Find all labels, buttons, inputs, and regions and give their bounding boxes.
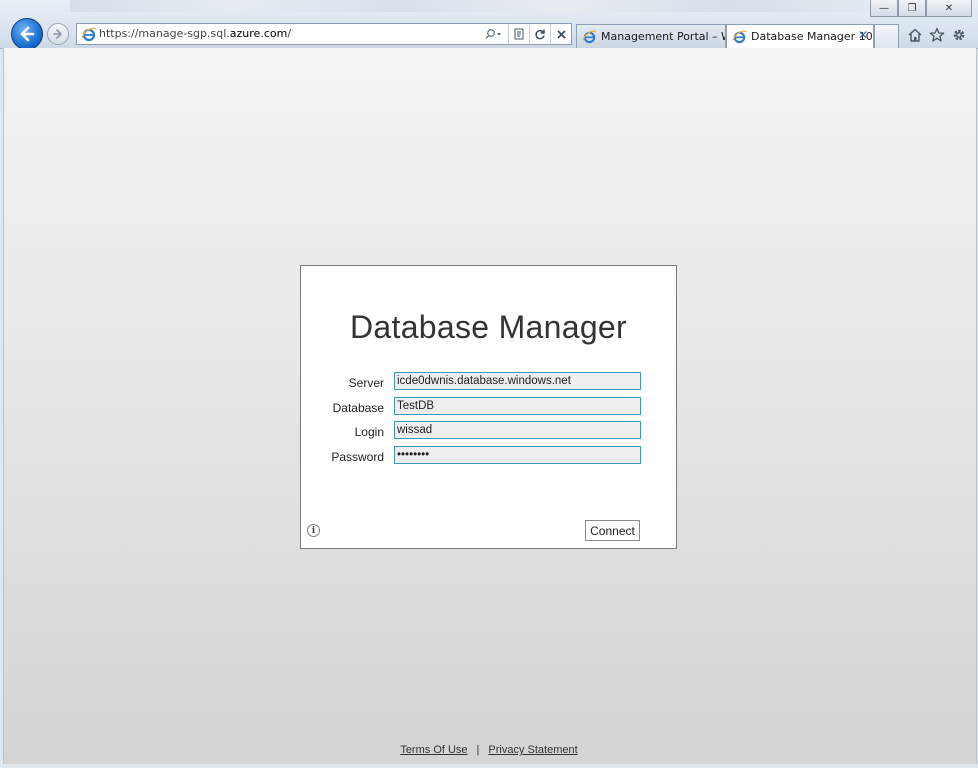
favorites-star-icon [929,27,945,42]
refresh-button[interactable] [529,24,550,44]
url-domain: azure.com [229,27,288,40]
favorites-button[interactable] [928,26,946,44]
footer-separator: | [476,744,480,756]
address-bar-buttons [478,24,571,44]
search-icon [485,29,501,39]
tab-management-portal[interactable]: Management Portal – W... [576,24,726,48]
server-label: Server [348,376,384,390]
login-dialog: Database Manager Server Database Login P… [300,265,677,549]
home-icon [908,28,922,42]
url-prefix: https://manage-sgp.sql. [99,27,230,40]
refresh-icon [535,29,545,40]
ie-logo-icon [81,27,97,42]
compat-view-icon [514,28,524,40]
address-bar[interactable]: https://manage-sgp.sql.azure.com/ [76,23,572,45]
tab-database-manager[interactable]: Database Manager 10... ✕ [726,24,874,48]
server-input[interactable] [394,372,641,390]
compatibility-view-button[interactable] [508,24,529,44]
address-url[interactable]: https://manage-sgp.sql.azure.com/ [99,27,291,40]
info-icon[interactable]: i [307,524,320,537]
database-input[interactable] [394,397,641,415]
maximize-button[interactable]: ❐ [898,0,926,17]
window-frame-bottom [0,764,978,768]
close-window-button[interactable]: ✕ [926,0,972,17]
window-controls: — ❐ ✕ [870,0,972,17]
back-arrow-icon [20,26,35,42]
dialog-title: Database Manager [350,309,627,346]
new-tab-button[interactable] [874,24,899,48]
database-label: Database [332,401,384,415]
forward-button[interactable] [47,23,69,45]
browser-chrome: https://manage-sgp.sql.azure.com/ Manage… [0,0,978,50]
privacy-statement-link[interactable]: Privacy Statement [488,744,577,756]
home-button[interactable] [906,26,924,44]
password-input[interactable] [394,446,641,464]
tab-label: Database Manager 10... [751,30,874,43]
ie-logo-icon [732,30,747,44]
url-suffix: / [287,27,292,40]
back-button[interactable] [11,18,43,50]
tools-gear-icon [953,29,965,41]
tab-label: Management Portal – W... [601,30,725,43]
login-input[interactable] [394,421,641,439]
stop-icon [556,29,566,39]
connect-button[interactable]: Connect [585,520,640,541]
forward-arrow-icon [53,29,62,39]
blurred-background-strip [70,0,890,12]
search-dropdown-button[interactable] [478,24,508,44]
page-footer: Terms Of Use | Privacy Statement [0,744,978,756]
terms-of-use-link[interactable]: Terms Of Use [400,744,467,756]
tab-close-icon[interactable]: ✕ [858,28,868,42]
minimize-button[interactable]: — [870,0,898,17]
ie-logo-icon [582,30,597,44]
stop-button[interactable] [550,24,571,44]
tools-button[interactable] [950,26,968,44]
password-label: Password [331,450,384,464]
login-label: Login [354,425,384,439]
